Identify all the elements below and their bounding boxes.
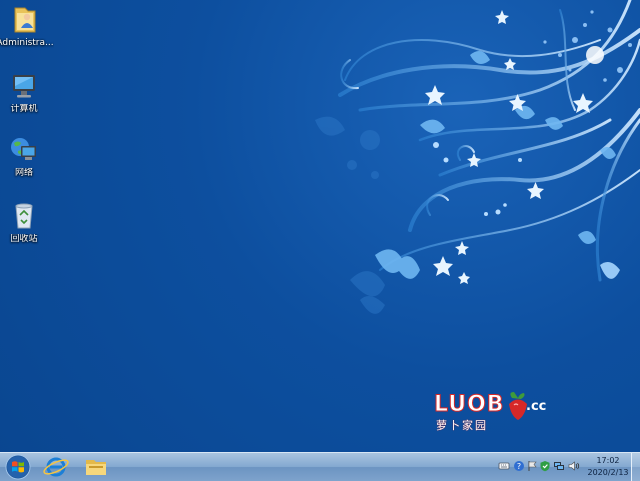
volume-icon[interactable] <box>568 460 580 472</box>
taskbar-button-internet-explorer[interactable] <box>38 454 74 480</box>
keyboard-icon[interactable] <box>498 460 510 472</box>
svg-text:?: ? <box>517 462 521 471</box>
logo-chinese-text: 萝卜家园 <box>436 419 488 432</box>
taskbar-button-file-explorer[interactable] <box>78 454 114 480</box>
help-icon[interactable]: ? <box>513 460 525 472</box>
logo-word: LUOB <box>434 392 505 418</box>
flag-icon[interactable] <box>526 460 538 472</box>
shield-icon[interactable] <box>539 460 551 472</box>
wallpaper-logo: LUOB .cc 萝卜家园 <box>430 392 560 436</box>
internet-explorer-icon <box>43 457 69 477</box>
network-status-icon[interactable] <box>553 460 565 472</box>
desktop-icon-label: 网络 <box>14 168 33 178</box>
desktop-icon-computer[interactable]: 计算机 <box>0 70 52 115</box>
user-folder-icon <box>14 7 36 33</box>
clock-time: 17:02 <box>596 456 620 465</box>
folder-icon <box>86 460 106 475</box>
desktop-icon-label: Administra... <box>0 38 54 48</box>
desktop-icon-administrator[interactable]: Administra... <box>0 4 54 49</box>
desktop-icon-label: 计算机 <box>10 104 38 114</box>
recycle-bin-icon <box>15 203 33 229</box>
computer-icon <box>13 75 35 98</box>
start-button[interactable] <box>4 453 32 481</box>
clock-date: 2020/2/13 <box>587 468 629 477</box>
wallpaper-floral-art <box>315 0 640 314</box>
logo-tld: .cc <box>526 399 547 414</box>
desktop[interactable]: Administra... 计算机 网络 回收站 LUOB .cc 萝卜家园 <box>0 0 640 452</box>
desktop-icon-network[interactable]: 网络 <box>0 134 52 179</box>
taskbar: ? 17:02 2020/2/13 <box>0 452 640 481</box>
desktop-icon-recycle-bin[interactable]: 回收站 <box>0 200 52 245</box>
network-icon <box>11 138 36 160</box>
show-desktop-button[interactable] <box>631 453 640 481</box>
clock[interactable]: 17:02 2020/2/13 <box>585 455 631 479</box>
desktop-icon-label: 回收站 <box>10 234 38 244</box>
